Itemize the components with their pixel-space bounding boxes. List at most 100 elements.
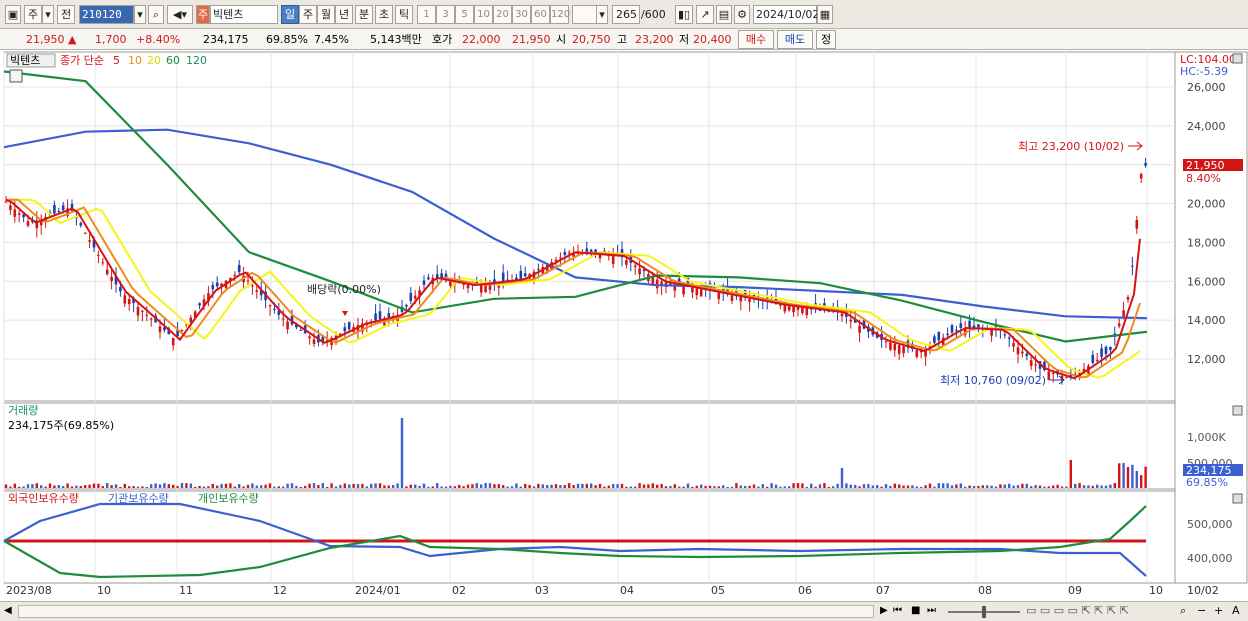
interval-button-60[interactable]: 60 xyxy=(531,5,550,24)
volume-panel-close-icon[interactable] xyxy=(1232,405,1243,416)
volume-bar xyxy=(876,485,879,488)
market-tag: 주 xyxy=(196,5,210,24)
holding-panel-close-icon[interactable] xyxy=(1232,493,1243,504)
x-label-1: 10 xyxy=(97,584,111,597)
ma-legend-120[interactable]: 120 xyxy=(186,54,207,67)
sell-button[interactable]: 매도 xyxy=(777,30,813,49)
x-label-7: 04 xyxy=(620,584,634,597)
period-button-6[interactable]: 틱 xyxy=(395,5,413,24)
rewind-icon[interactable]: ⏮ xyxy=(893,605,902,616)
volume-bar xyxy=(1025,483,1028,488)
stock-name-field[interactable]: 빅텐츠 xyxy=(210,5,278,24)
interval-button-20[interactable]: 20 xyxy=(493,5,512,24)
quote-bar: 21,950 ▲ 1,700 +8.40% 234,175 69.85% 7.4… xyxy=(0,29,1248,50)
interval-dropdown-icon[interactable]: ▾ xyxy=(596,5,608,24)
candle-body xyxy=(4,201,8,203)
volume-bar xyxy=(656,484,659,488)
horizontal-scrollbar[interactable]: ◀ ▶ ⏮ ■ ⏭ ▭ ▭ ▭ ▭ ⇱ ⇱ ⇱ ⇱ ⌕ − + A xyxy=(0,601,1248,621)
interval-button-3[interactable]: 3 xyxy=(436,5,455,24)
price-panel-close-icon[interactable] xyxy=(1232,53,1243,64)
candle-body xyxy=(563,251,567,255)
period-button-4[interactable]: 분 xyxy=(355,5,373,24)
volume-bar xyxy=(123,483,126,488)
zoom-in-icon[interactable]: + xyxy=(1214,604,1223,617)
volume-bar xyxy=(22,486,25,488)
search-icon[interactable]: ⌕ xyxy=(148,5,164,24)
font-size-icon[interactable]: A xyxy=(1232,604,1240,617)
interval-button-120[interactable]: 120 xyxy=(550,5,570,24)
layout-icons[interactable]: ▭ ▭ ▭ ▭ ⇱ ⇱ ⇱ ⇱ xyxy=(1026,604,1129,617)
volume-bar xyxy=(502,485,505,488)
ytick-6: 14,000 xyxy=(1187,314,1226,327)
candle-body xyxy=(959,323,963,328)
save-icon[interactable]: ▤ xyxy=(716,5,732,24)
candle-body xyxy=(53,205,56,214)
volume-bar xyxy=(273,486,276,488)
period-button-2[interactable]: 월 xyxy=(317,5,335,24)
date-input[interactable]: 2024/10/02 xyxy=(753,5,819,24)
calendar-icon[interactable]: ▦ xyxy=(817,5,833,24)
volume-bar xyxy=(4,484,8,488)
speaker-icon[interactable]: ◀▾ xyxy=(167,5,193,24)
fast-forward-icon[interactable]: ⏭ xyxy=(927,605,936,616)
correct-button[interactable]: 정 xyxy=(816,30,836,49)
ma-legend-20[interactable]: 20 xyxy=(147,54,161,67)
stock-chart[interactable]: 빅텐츠 종가 단순 5 10 20 60 120 LC:104.00 HC:-5… xyxy=(0,51,1248,601)
draw-tool-icon[interactable]: ↗ xyxy=(696,5,714,24)
legend-foreign[interactable]: 외국인보유수량 xyxy=(8,492,79,505)
zoom-search-icon[interactable]: ⌕ xyxy=(1180,604,1186,618)
zoom-out-icon[interactable]: − xyxy=(1197,604,1206,617)
candle-body xyxy=(251,285,254,287)
scroll-right-icon[interactable]: ▶ xyxy=(880,605,888,616)
ma-legend-5[interactable]: 5 xyxy=(113,54,120,67)
buy-button[interactable]: 매수 xyxy=(738,30,774,49)
volume-bar xyxy=(458,484,461,488)
interval-button-10[interactable]: 10 xyxy=(474,5,493,24)
ma-legend-10[interactable]: 10 xyxy=(128,54,142,67)
volume-current: 234,175주(69.85%) xyxy=(8,419,114,432)
volume-bar xyxy=(356,484,360,488)
x-label-13: 10 xyxy=(1149,584,1163,597)
period-button-0[interactable]: 일 xyxy=(281,5,299,24)
volume-bar xyxy=(1034,485,1037,488)
legend-individual[interactable]: 개인보유수량 xyxy=(198,492,259,505)
prev-button[interactable]: 전 xyxy=(57,5,75,24)
zoom-slider-handle[interactable] xyxy=(982,606,986,618)
volume-bar xyxy=(972,485,976,488)
volume-bar xyxy=(128,486,131,488)
x-label-9: 06 xyxy=(798,584,812,597)
volume-bar xyxy=(642,484,646,488)
legend-institution[interactable]: 기관보유수량 xyxy=(108,492,169,505)
scroll-left-icon[interactable]: ◀ xyxy=(4,605,12,616)
candle-body xyxy=(286,321,289,330)
period-select[interactable]: 주 xyxy=(24,5,42,24)
interval-button-30[interactable]: 30 xyxy=(512,5,531,24)
gear-icon[interactable]: ⚙ xyxy=(734,5,750,24)
volume-bar xyxy=(515,483,518,488)
volume-bar xyxy=(792,483,795,488)
candle-body xyxy=(915,350,919,357)
volume-bar xyxy=(559,485,562,488)
candle-body xyxy=(123,295,127,304)
period-select-chevron-icon[interactable]: ▾ xyxy=(42,5,54,24)
window-menu-icon[interactable]: ▣ xyxy=(5,5,21,24)
up-triangle-icon: ▲ xyxy=(68,33,77,46)
period-button-1[interactable]: 주 xyxy=(299,5,317,24)
period-button-5[interactable]: 초 xyxy=(375,5,393,24)
low-annotation: 최저 10,760 (09/02) xyxy=(940,374,1046,387)
volume-bar xyxy=(453,486,456,488)
calculator-icon[interactable] xyxy=(9,69,23,83)
volume-bar xyxy=(836,483,839,488)
period-button-3[interactable]: 년 xyxy=(335,5,353,24)
scroll-track[interactable] xyxy=(18,605,874,618)
stop-icon[interactable]: ■ xyxy=(911,605,920,616)
interval-button-5[interactable]: 5 xyxy=(455,5,474,24)
code-dropdown-icon[interactable]: ▾ xyxy=(134,5,146,24)
volume-bar xyxy=(840,468,844,488)
volume-bar xyxy=(484,483,487,488)
interval-button-1[interactable]: 1 xyxy=(417,5,436,24)
ma-legend-60[interactable]: 60 xyxy=(166,54,180,67)
candle-count-input[interactable]: 265 xyxy=(612,5,640,24)
stock-code-input[interactable]: 210120 xyxy=(79,5,134,24)
candle-type-icon[interactable]: ▮▯ xyxy=(675,5,693,24)
